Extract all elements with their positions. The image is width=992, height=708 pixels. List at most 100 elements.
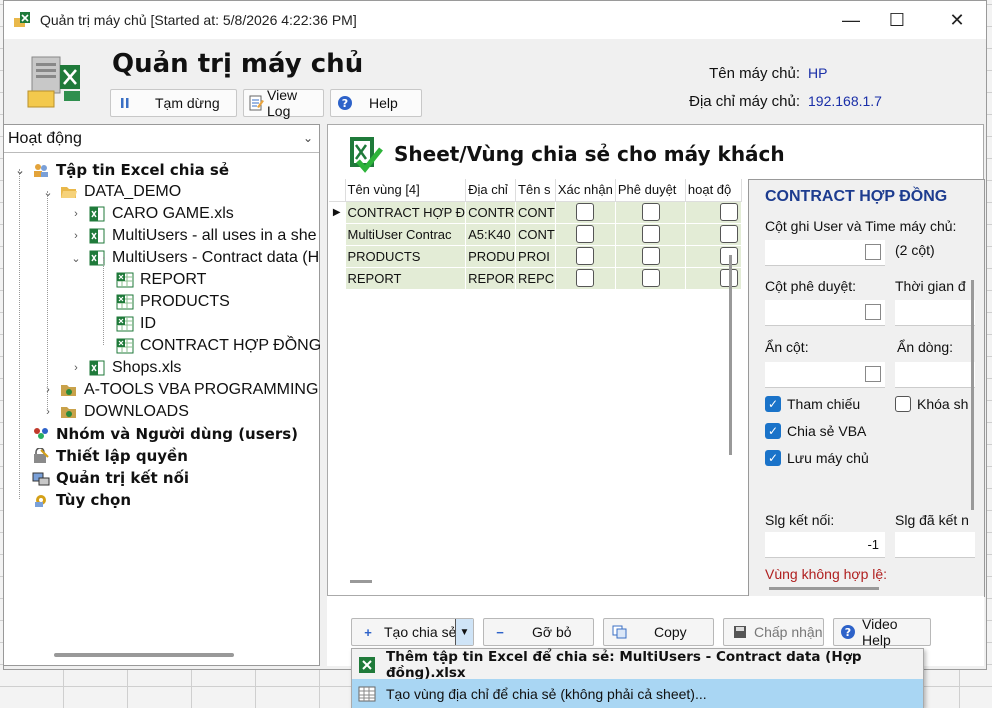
cell-sheet[interactable]: CONT: [515, 201, 556, 224]
cell-approve[interactable]: [615, 223, 686, 246]
tree-node-caro-game-xls[interactable]: › CARO GAME.xls: [70, 203, 234, 225]
row-header[interactable]: [329, 245, 346, 268]
cell-active[interactable]: [685, 267, 742, 290]
create-share-button[interactable]: + Tạo chia sẻ ▼: [351, 618, 474, 646]
cell-active[interactable]: [685, 223, 742, 246]
cell-confirm[interactable]: [555, 245, 616, 268]
cell-approve[interactable]: [615, 245, 686, 268]
cell-name[interactable]: PRODUCTS: [345, 245, 467, 268]
confirm-checkbox[interactable]: [575, 247, 594, 265]
tree-node-downloads[interactable]: › DOWNLOADS: [42, 401, 189, 423]
pause-button[interactable]: Tạm dừng: [110, 89, 237, 117]
chevron-right-icon[interactable]: ›: [42, 384, 54, 396]
cell-confirm[interactable]: [555, 201, 616, 224]
cell-name[interactable]: CONTRACT HỢP Đ: [345, 201, 467, 224]
row-header[interactable]: [329, 223, 346, 246]
view-log-button[interactable]: View Log: [243, 87, 324, 119]
close-button[interactable]: ✕: [934, 1, 980, 39]
tree-node-nh-m-v-ng-i-d-ng-users[interactable]: Nhóm và Người dùng (users): [14, 423, 298, 445]
range-picker-icon[interactable]: [865, 366, 881, 382]
tree-node-products[interactable]: PRODUCTS: [98, 291, 230, 313]
detail-horizontal-scrollbar[interactable]: [769, 587, 879, 590]
chevron-right-icon[interactable]: ›: [70, 208, 82, 220]
tree-node-shops-xls[interactable]: › Shops.xls: [70, 357, 181, 379]
menu-item-create-range[interactable]: Tạo vùng địa chỉ để chia sẻ (không phải …: [352, 679, 923, 708]
table-row[interactable]: REPORT REPOR REPC: [329, 267, 742, 290]
cell-sheet[interactable]: REPC: [515, 267, 556, 290]
chevron-down-icon[interactable]: ⌄: [42, 186, 54, 199]
range-picker-icon[interactable]: [865, 304, 881, 320]
cell-confirm[interactable]: [555, 267, 616, 290]
tree-node-report[interactable]: REPORT: [98, 269, 206, 291]
col-header-approve[interactable]: Phê duyệt: [615, 179, 686, 202]
cell-approve[interactable]: [615, 201, 686, 224]
lock-sheet-checkbox[interactable]: Khóa sh: [895, 396, 968, 412]
chevron-right-icon[interactable]: ›: [70, 362, 82, 374]
cell-sheet[interactable]: PROI: [515, 245, 556, 268]
chevron-down-icon[interactable]: ⌄: [14, 164, 26, 177]
video-help-button[interactable]: ? Video Help: [833, 616, 931, 648]
tree-node-multiusers-all-uses-in-a-she[interactable]: › MultiUsers - all uses in a she: [70, 225, 316, 247]
cell-approve[interactable]: [615, 267, 686, 290]
tree-node-multiusers-contract-data-h[interactable]: ⌄ MultiUsers - Contract data (H: [70, 247, 319, 269]
hide-row-input[interactable]: [895, 362, 975, 388]
cell-active[interactable]: [685, 245, 742, 268]
tree-node-id[interactable]: ID: [98, 313, 156, 335]
table-row[interactable]: PRODUCTS PRODU PROI: [329, 245, 742, 268]
cell-address[interactable]: REPOR: [465, 267, 517, 290]
cell-active[interactable]: [685, 201, 742, 224]
user-time-col-input[interactable]: [765, 240, 885, 266]
connection-count-input[interactable]: -1: [765, 532, 885, 558]
approve-col-input[interactable]: [765, 300, 885, 326]
current-row-arrow-icon[interactable]: ▶: [329, 201, 346, 224]
remove-button[interactable]: − Gỡ bỏ: [483, 618, 594, 646]
col-header-confirm[interactable]: Xác nhận: [555, 179, 616, 202]
tree-node-thi-t-l-p-quy-n[interactable]: Thiết lập quyền: [14, 445, 188, 467]
detail-vertical-scrollbar[interactable]: [971, 280, 974, 510]
tree-node-data-demo[interactable]: ⌄ DATA_DEMO: [42, 181, 181, 203]
save-server-checkbox[interactable]: ✓ Lưu máy chủ: [765, 450, 869, 466]
col-header-sheet[interactable]: Tên s: [515, 179, 556, 202]
help-button[interactable]: ? Help: [330, 89, 422, 117]
col-header-active[interactable]: hoạt độ: [685, 179, 742, 202]
connected-count-input[interactable]: [895, 532, 975, 558]
tree-node-a-tools-vba-programming[interactable]: › A-TOOLS VBA PROGRAMMING: [42, 379, 318, 401]
horizontal-scrollbar[interactable]: [54, 653, 234, 657]
confirm-checkbox[interactable]: [575, 225, 594, 243]
col-header-address[interactable]: Địa chỉ: [465, 179, 517, 202]
share-vba-checkbox[interactable]: ✓ Chia sẻ VBA: [765, 423, 866, 439]
tree-node-t-p-tin-excel-chia-s[interactable]: ⌄ Tập tin Excel chia sẻ: [14, 159, 229, 181]
col-header-name[interactable]: Tên vùng [4]: [345, 179, 467, 202]
activity-dropdown[interactable]: Hoạt động ⌄: [4, 125, 319, 153]
cell-name[interactable]: MultiUser Contrac: [345, 223, 467, 246]
cell-confirm[interactable]: [555, 223, 616, 246]
chevron-right-icon[interactable]: ›: [42, 406, 54, 418]
chevron-down-icon[interactable]: ⌄: [70, 252, 82, 265]
menu-item-add-excel-file[interactable]: Thêm tập tin Excel để chia sẻ: MultiUser…: [352, 649, 923, 681]
tree-node-qu-n-tr-k-t-n-i[interactable]: Quản trị kết nối: [14, 467, 189, 489]
accept-button[interactable]: Chấp nhận: [723, 618, 824, 646]
table-row[interactable]: ▶ CONTRACT HỢP Đ CONTR CONT: [329, 201, 742, 224]
approve-checkbox[interactable]: [641, 203, 660, 221]
minimize-button[interactable]: —: [828, 1, 874, 39]
approve-time-input[interactable]: [895, 300, 975, 326]
tree-node-contract-h-p-ng[interactable]: CONTRACT HỢP ĐỒNG: [98, 335, 321, 357]
range-picker-icon[interactable]: [865, 244, 881, 260]
dropdown-arrow-icon[interactable]: ▼: [455, 619, 473, 645]
chevron-right-icon[interactable]: ›: [70, 230, 82, 242]
hide-col-input[interactable]: [765, 362, 885, 388]
cell-sheet[interactable]: CONT: [515, 223, 556, 246]
cell-address[interactable]: CONTR: [465, 201, 517, 224]
cell-name[interactable]: REPORT: [345, 267, 467, 290]
copy-button[interactable]: Copy: [603, 618, 714, 646]
grid-vertical-scrollbar[interactable]: [729, 255, 732, 455]
grid-horizontal-scrollbar[interactable]: [350, 580, 372, 583]
table-row[interactable]: MultiUser Contrac A5:K40 CONT: [329, 223, 742, 246]
approve-checkbox[interactable]: [641, 247, 660, 265]
maximize-button[interactable]: ☐: [874, 1, 920, 39]
active-checkbox[interactable]: [719, 203, 738, 221]
active-checkbox[interactable]: [719, 225, 738, 243]
tree-node-t-y-ch-n[interactable]: Tùy chọn: [14, 489, 131, 511]
approve-checkbox[interactable]: [641, 269, 660, 287]
confirm-checkbox[interactable]: [575, 269, 594, 287]
